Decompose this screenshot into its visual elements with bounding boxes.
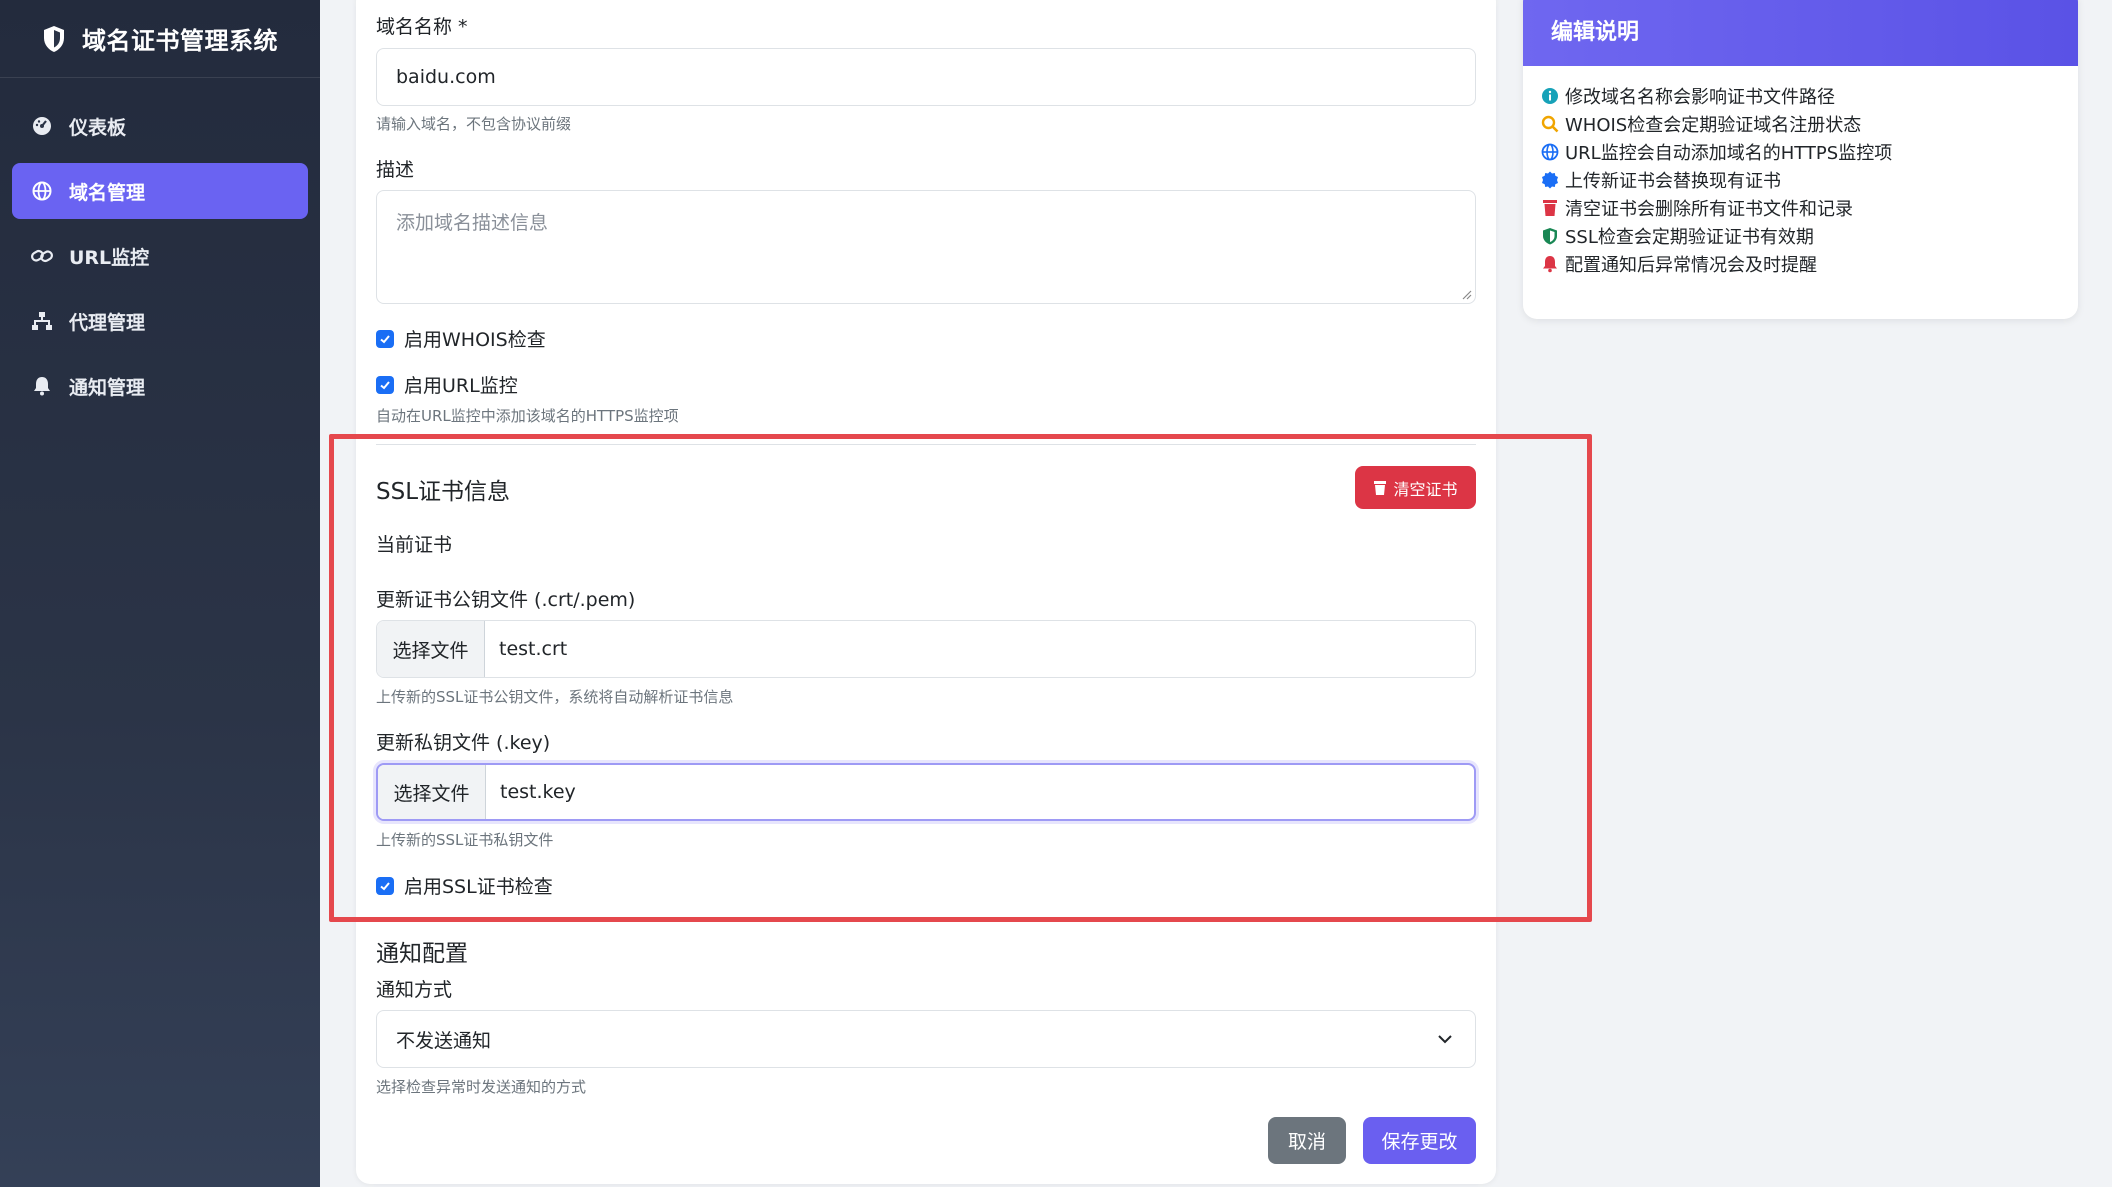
domain-name-label: 域名名称 * [376, 16, 468, 38]
bell-icon [31, 375, 53, 397]
key-choose-file-button[interactable]: 选择文件 [378, 765, 486, 819]
sidebar-item-url-monitor[interactable]: URL监控 [12, 228, 308, 284]
edit-notes-list: 修改域名名称会影响证书文件路径 WHOIS检查会定期验证域名注册状态 URL监控… [1523, 66, 2078, 278]
sidebar-item-label: URL监控 [69, 246, 150, 269]
cert-file-name: test.crt [499, 638, 568, 660]
sidebar-nav: 仪表板 域名管理 URL监控 代理管理 通知管理 [0, 78, 320, 414]
list-item: 修改域名名称会影响证书文件路径 [1541, 82, 2078, 110]
sidebar-item-label: 域名管理 [69, 181, 146, 204]
search-icon [1541, 115, 1559, 133]
whois-check-label: 启用WHOIS检查 [404, 329, 546, 351]
shield-icon [1541, 227, 1559, 245]
sidebar-item-label: 代理管理 [69, 311, 146, 334]
globe-icon [1541, 143, 1559, 161]
list-item-text: 上传新证书会替换现有证书 [1565, 171, 1781, 192]
sidebar-item-label: 通知管理 [69, 376, 146, 399]
whois-check-row[interactable]: 启用WHOIS检查 [376, 325, 546, 352]
dashboard-icon [31, 115, 53, 137]
app-title: 域名证书管理系统 [82, 27, 278, 55]
list-item: SSL检查会定期验证证书有效期 [1541, 222, 2078, 250]
sidebar: 域名证书管理系统 仪表板 域名管理 URL监控 代理管理 通知管理 [0, 0, 320, 1187]
sidebar-item-notifications[interactable]: 通知管理 [12, 358, 308, 414]
link-icon [31, 245, 53, 267]
list-item: 配置通知后异常情况会及时提醒 [1541, 250, 2078, 278]
sidebar-item-domains[interactable]: 域名管理 [12, 163, 308, 219]
list-item: 清空证书会删除所有证书文件和记录 [1541, 194, 2078, 222]
clear-certificate-button[interactable]: 清空证书 [1355, 466, 1476, 509]
notify-section-title: 通知配置 [376, 941, 468, 967]
edit-notes-card: 编辑说明 修改域名名称会影响证书文件路径 WHOIS检查会定期验证域名注册状态 … [1523, 0, 2078, 319]
ssl-check-label: 启用SSL证书检查 [404, 876, 553, 898]
resize-grip-icon[interactable] [1460, 288, 1472, 300]
chevron-down-icon [1438, 1035, 1452, 1044]
notify-method-label: 通知方式 [376, 979, 453, 1001]
cert-file-input[interactable]: 选择文件 test.crt [376, 620, 1476, 678]
trash-icon [1541, 199, 1559, 217]
info-circle-icon [1541, 87, 1559, 105]
list-item-text: 修改域名名称会影响证书文件路径 [1565, 87, 1835, 108]
save-changes-button[interactable]: 保存更改 [1363, 1117, 1476, 1164]
url-monitor-help: 自动在URL监控中添加该域名的HTTPS监控项 [376, 407, 679, 425]
current-certificate-label: 当前证书 [376, 534, 453, 556]
url-monitor-check-row[interactable]: 启用URL监控 [376, 371, 518, 398]
cert-file-help: 上传新的SSL证书公钥文件，系统将自动解析证书信息 [376, 688, 734, 706]
list-item-text: 配置通知后异常情况会及时提醒 [1565, 255, 1817, 276]
domain-name-value: baidu.com [396, 66, 496, 88]
cancel-button[interactable]: 取消 [1268, 1117, 1346, 1164]
ssl-section-title: SSL证书信息 [376, 479, 511, 505]
notify-method-value: 不发送通知 [396, 1029, 492, 1052]
sidebar-item-proxy[interactable]: 代理管理 [12, 293, 308, 349]
url-monitor-checkbox[interactable] [376, 375, 394, 394]
ssl-check-row[interactable]: 启用SSL证书检查 [376, 872, 553, 899]
description-textarea[interactable]: 添加域名描述信息 [376, 190, 1476, 304]
brand: 域名证书管理系统 [0, 0, 320, 78]
key-file-label: 更新私钥文件 (.key) [376, 732, 551, 754]
shield-icon [42, 25, 68, 53]
sidebar-item-dashboard[interactable]: 仪表板 [12, 98, 308, 154]
edit-notes-title: 编辑说明 [1523, 0, 2078, 66]
domain-name-help: 请输入域名，不包含协议前缀 [376, 115, 572, 133]
globe-icon [31, 180, 53, 202]
cert-file-label: 更新证书公钥文件 (.crt/.pem) [376, 589, 636, 611]
description-placeholder: 添加域名描述信息 [396, 212, 549, 234]
list-item: WHOIS检查会定期验证域名注册状态 [1541, 110, 2078, 138]
list-item: URL监控会自动添加域名的HTTPS监控项 [1541, 138, 2078, 166]
key-file-input[interactable]: 选择文件 test.key [376, 763, 1476, 821]
trash-icon [1374, 480, 1387, 495]
list-item: 上传新证书会替换现有证书 [1541, 166, 2078, 194]
sitemap-icon [31, 310, 53, 332]
url-monitor-check-label: 启用URL监控 [404, 375, 518, 397]
section-divider [376, 444, 1476, 445]
list-item-text: 清空证书会删除所有证书文件和记录 [1565, 199, 1853, 220]
list-item-text: URL监控会自动添加域名的HTTPS监控项 [1565, 143, 1893, 164]
clear-certificate-label: 清空证书 [1393, 479, 1458, 499]
description-label: 描述 [376, 159, 415, 181]
key-file-help: 上传新的SSL证书私钥文件 [376, 831, 554, 849]
cert-choose-file-button[interactable]: 选择文件 [377, 621, 485, 677]
certificate-icon [1541, 171, 1559, 189]
domain-name-input[interactable]: baidu.com [376, 48, 1476, 106]
key-file-name: test.key [500, 781, 576, 803]
notify-method-help: 选择检查异常时发送通知的方式 [376, 1078, 587, 1096]
ssl-checkbox[interactable] [376, 876, 394, 895]
bell-icon [1541, 255, 1559, 273]
notify-method-select[interactable]: 不发送通知 [376, 1010, 1476, 1068]
list-item-text: WHOIS检查会定期验证域名注册状态 [1565, 115, 1862, 136]
whois-checkbox[interactable] [376, 329, 394, 348]
sidebar-item-label: 仪表板 [69, 116, 127, 139]
list-item-text: SSL检查会定期验证证书有效期 [1565, 227, 1814, 248]
